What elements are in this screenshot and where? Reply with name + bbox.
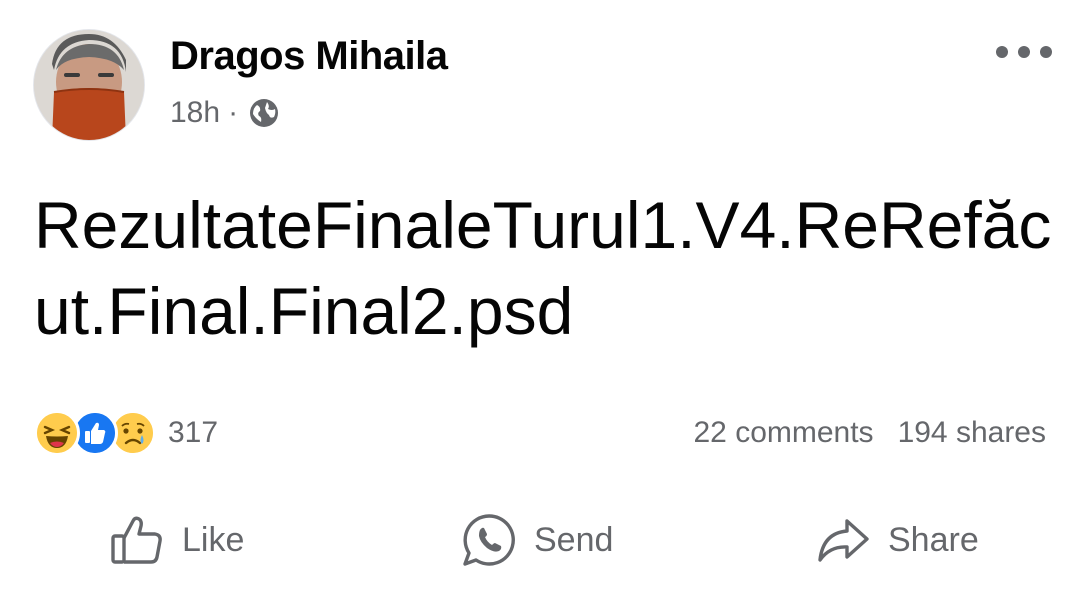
meta-separator: · [228, 96, 239, 129]
more-dot [1040, 46, 1052, 58]
share-button[interactable]: Share [814, 505, 979, 575]
post-actions: Like Send Share [0, 505, 1080, 575]
post-stats: 317 22 comments 194 shares [34, 410, 1046, 458]
share-arrow-icon [818, 519, 869, 562]
send-label: Send [534, 520, 614, 559]
reactions-summary[interactable]: 317 [34, 410, 218, 456]
share-label: Share [888, 520, 979, 559]
more-dot [996, 46, 1008, 58]
more-options-button[interactable] [996, 42, 1052, 62]
author-name[interactable]: Dragos Mihaila [170, 34, 448, 79]
like-label: Like [182, 520, 245, 559]
post-time[interactable]: 18h [170, 96, 220, 130]
globe-icon[interactable] [248, 97, 280, 129]
haha-reaction-icon [34, 410, 80, 456]
whatsapp-icon [463, 514, 515, 566]
post-header: Dragos Mihaila 18h · [34, 30, 1054, 145]
post-text: RezultateFinaleTurul1.V4.ReRefăcut.Final… [34, 188, 1052, 348]
comments-count[interactable]: 22 comments [693, 416, 873, 450]
send-button[interactable]: Send [460, 505, 613, 575]
reaction-count: 317 [168, 416, 219, 449]
thumbs-up-icon [111, 516, 162, 564]
post-meta: 18h · [170, 96, 280, 130]
engagement-counts: 22 comments 194 shares [693, 410, 1046, 456]
more-dot [1018, 46, 1030, 58]
like-button[interactable]: Like [108, 505, 244, 575]
shares-count[interactable]: 194 shares [898, 416, 1046, 450]
avatar[interactable] [34, 30, 144, 140]
